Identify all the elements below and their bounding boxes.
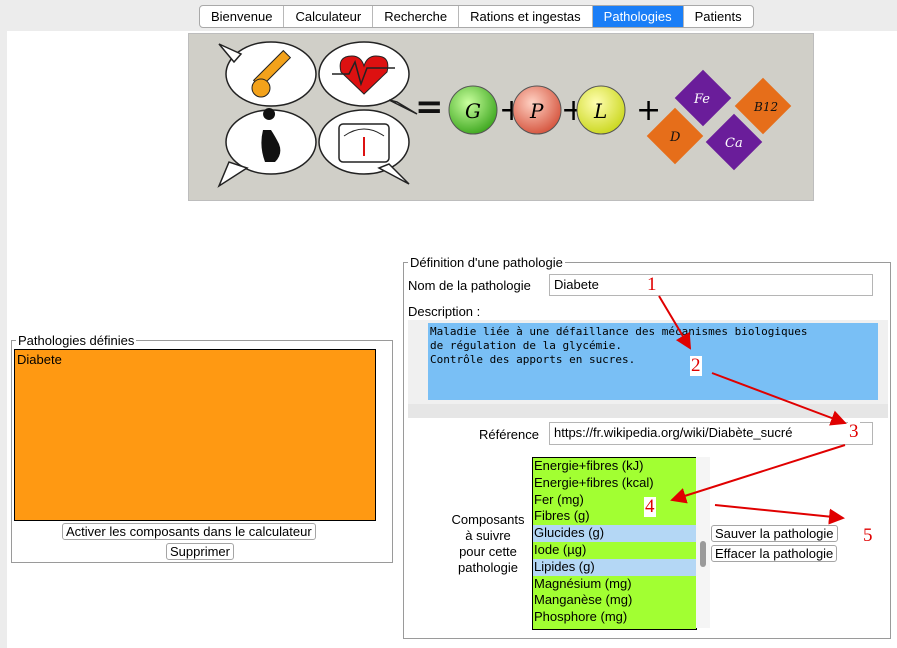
banner-illustration: = G + P + L + Fe B12 D Ca xyxy=(217,41,792,188)
components-scrollbar[interactable] xyxy=(696,457,710,628)
tab-bar: Bienvenue Calculateur Recherche Rations … xyxy=(199,5,754,28)
pathology-list[interactable]: Diabete xyxy=(14,349,376,521)
components-list[interactable]: Energie+fibres (kJ) Energie+fibres (kcal… xyxy=(532,457,697,630)
description-textarea[interactable]: Maladie liée à une défaillance des mécan… xyxy=(428,323,878,400)
svg-text:Fe: Fe xyxy=(693,92,710,107)
delete-button[interactable]: Supprimer xyxy=(166,543,234,560)
clear-pathology-button[interactable]: Effacer la pathologie xyxy=(711,545,838,562)
equals-sign: = xyxy=(415,87,444,127)
tab-calculateur[interactable]: Calculateur xyxy=(284,6,374,27)
description-horizontal-scrollbar[interactable] xyxy=(408,404,888,418)
list-item[interactable]: Fibres (g) xyxy=(533,508,696,525)
name-field[interactable]: Diabete xyxy=(549,274,873,296)
components-label: Composants à suivre pour cette pathologi… xyxy=(451,512,525,575)
description-label: Description : xyxy=(408,304,481,319)
tab-patients[interactable]: Patients xyxy=(684,6,753,27)
annotation-5: 5 xyxy=(862,525,874,546)
list-item[interactable]: Manganèse (mg) xyxy=(533,592,696,609)
scale-icon xyxy=(338,123,390,163)
annotation-2: 2 xyxy=(690,355,702,376)
annotation-4: 4 xyxy=(644,496,656,517)
pathology-definition-legend: Définition d'une pathologie xyxy=(410,255,563,270)
list-item[interactable]: Energie+fibres (kcal) xyxy=(533,475,696,492)
list-item[interactable]: Magnésium (mg) xyxy=(533,576,696,593)
svg-text:L: L xyxy=(593,99,607,123)
reference-label: Référence xyxy=(479,427,539,442)
annotation-3: 3 xyxy=(848,421,860,442)
defined-pathologies-legend: Pathologies définies xyxy=(18,333,135,348)
tab-bienvenue[interactable]: Bienvenue xyxy=(200,6,285,27)
list-item[interactable]: Phosphore (mg) xyxy=(533,609,696,626)
save-pathology-button[interactable]: Sauver la pathologie xyxy=(711,525,838,542)
list-item[interactable]: Fer (mg) xyxy=(533,492,696,509)
svg-text:B12: B12 xyxy=(753,100,778,114)
tab-recherche[interactable]: Recherche xyxy=(373,6,460,27)
annotation-1: 1 xyxy=(646,274,658,295)
activate-components-button[interactable]: Activer les composants dans le calculate… xyxy=(62,523,316,540)
svg-text:D: D xyxy=(669,130,681,145)
pathology-list-item[interactable]: Diabete xyxy=(15,350,375,369)
list-item-selected[interactable]: Lipides (g) xyxy=(533,558,696,576)
reference-field[interactable]: https://fr.wikipedia.org/wiki/Diabète_su… xyxy=(549,422,873,445)
list-item-selected[interactable]: Glucides (g) xyxy=(533,525,696,542)
svg-text:+: + xyxy=(636,93,661,128)
list-item[interactable]: Iode (µg) xyxy=(533,542,696,559)
name-label: Nom de la pathologie xyxy=(408,278,531,293)
svg-text:P: P xyxy=(529,99,544,123)
tab-rations-et-ingestas[interactable]: Rations et ingestas xyxy=(459,6,593,27)
svg-text:G: G xyxy=(465,99,481,123)
banner-image: = G + P + L + Fe B12 D Ca xyxy=(188,33,814,201)
svg-text:Ca: Ca xyxy=(725,136,743,151)
list-item[interactable]: Energie+fibres (kJ) xyxy=(533,458,696,475)
scrollbar-thumb[interactable] xyxy=(700,541,706,567)
tab-pathologies[interactable]: Pathologies xyxy=(592,6,684,27)
